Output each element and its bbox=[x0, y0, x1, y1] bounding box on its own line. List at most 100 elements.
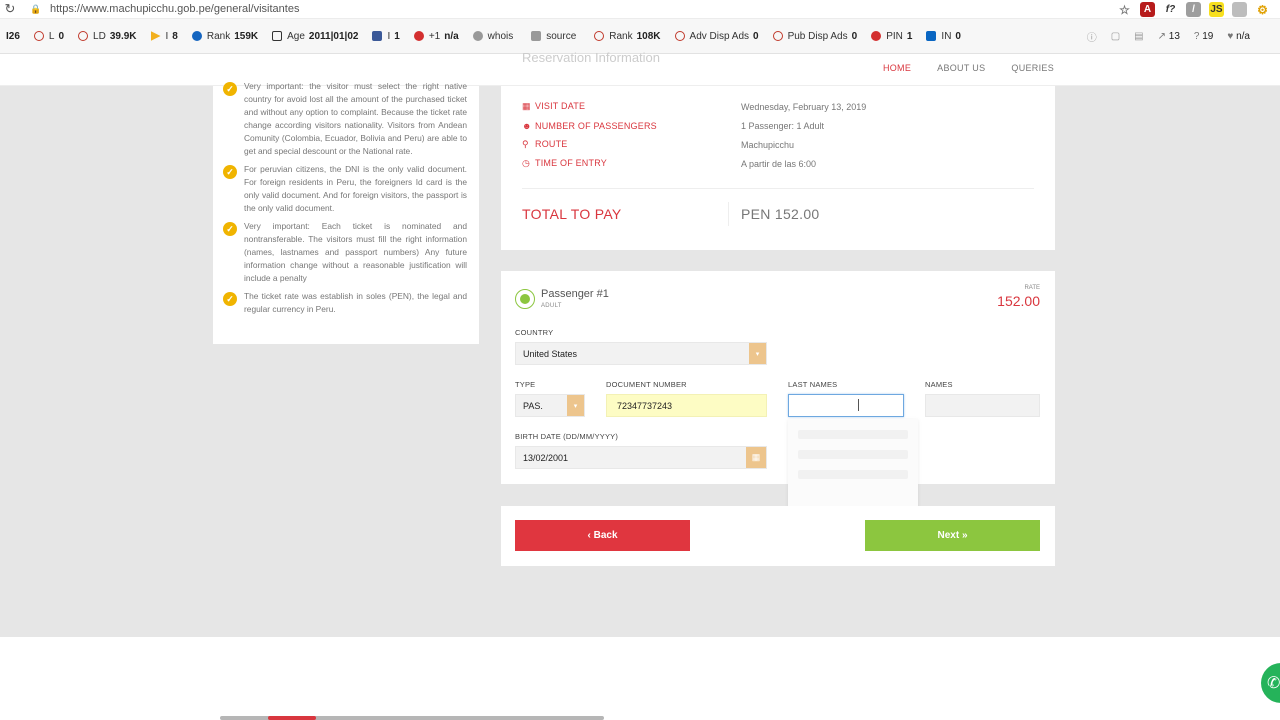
info-item: ✓ The ticket rate was establish in soles … bbox=[223, 290, 467, 316]
seo-item-pub-ads[interactable]: Pub Disp Ads 0 bbox=[772, 31, 857, 42]
country-select[interactable]: United States ▾ bbox=[515, 342, 767, 365]
autocomplete-option[interactable] bbox=[798, 470, 908, 479]
passenger-type: ADULT bbox=[541, 303, 562, 309]
linkedin-icon bbox=[926, 31, 937, 41]
divider bbox=[522, 188, 1034, 189]
clock-icon: ◷ bbox=[522, 158, 531, 168]
reservation-summary-card: ▦ VISIT DATE Wednesday, February 13, 2019… bbox=[501, 86, 1055, 250]
bing-icon bbox=[150, 31, 161, 41]
rate-value: 152.00 bbox=[997, 293, 1040, 309]
browser-address-bar: ↻ 🔒 https://www.machupicchu.gob.pe/gener… bbox=[0, 0, 1280, 19]
seo-item-index[interactable]: I26 bbox=[6, 31, 20, 42]
info-item: ✓ Very important: Each ticket is nominate… bbox=[223, 220, 467, 285]
birth-date-label: BIRTH DATE (DD/MM/YYYY) bbox=[515, 432, 619, 441]
star-icon[interactable]: ☆ bbox=[1117, 2, 1132, 17]
check-icon: ✓ bbox=[223, 292, 237, 306]
footer bbox=[0, 637, 1280, 720]
main-nav: HOME ABOUT US QUERIES bbox=[883, 63, 1054, 73]
js-extension-icon[interactable]: JS bbox=[1209, 2, 1224, 17]
gear-extension-icon[interactable]: ⚙ bbox=[1255, 2, 1270, 17]
seo-item-gplus[interactable]: +1 n/a bbox=[413, 31, 459, 42]
circle-icon bbox=[594, 31, 605, 41]
alexa-icon bbox=[191, 31, 202, 41]
question-icon: ? bbox=[1193, 31, 1203, 42]
google-plus-icon bbox=[413, 31, 424, 41]
names-label: NAMES bbox=[925, 380, 953, 389]
reservation-row-time: ◷ TIME OF ENTRY A partir de las 6:00 bbox=[522, 158, 817, 169]
seo-item-links[interactable]: L0 bbox=[33, 31, 64, 42]
reload-icon[interactable]: ↻ bbox=[0, 1, 20, 17]
seo-item-source[interactable]: source bbox=[531, 31, 580, 42]
names-input[interactable] bbox=[925, 394, 1040, 417]
total-to-pay-value: PEN 152.00 bbox=[741, 206, 820, 222]
shield-extension-icon[interactable] bbox=[1232, 2, 1247, 17]
total-to-pay-label: TOTAL TO PAY bbox=[522, 206, 622, 222]
check-icon: ✓ bbox=[223, 82, 237, 96]
seo-item-ld[interactable]: LD 39.9K bbox=[78, 31, 137, 42]
map-marker-icon: ⚲ bbox=[522, 139, 529, 149]
code-icon bbox=[531, 31, 542, 41]
lock-icon[interactable]: 🔒 bbox=[30, 4, 44, 15]
seo-item-adv-ads[interactable]: Adv Disp Ads 0 bbox=[674, 31, 759, 42]
document-number-input[interactable]: 72347737243 bbox=[606, 394, 767, 417]
seo-toolbar-right: ⓘ ▢ ▤ ↗ 13 ? 19 ♥ n/a bbox=[1087, 19, 1250, 54]
reservation-row-route: ⚲ ROUTE Machupicchu bbox=[522, 139, 795, 150]
pinterest-icon bbox=[871, 31, 882, 41]
seo-item-whois[interactable]: whois bbox=[472, 31, 518, 42]
autocomplete-option[interactable] bbox=[798, 450, 908, 459]
seo-item-rank2[interactable]: Rank 108K bbox=[594, 31, 661, 42]
footer-logo-accent bbox=[268, 716, 316, 720]
questions-count[interactable]: ? 19 bbox=[1194, 31, 1213, 42]
heart-icon: ♥ bbox=[1227, 31, 1237, 42]
heritage-seal-logo bbox=[858, 711, 898, 720]
nav-queries[interactable]: QUERIES bbox=[1011, 63, 1054, 73]
calendar-icon bbox=[272, 31, 283, 41]
info-item: ✓ Very important: the visitor must select… bbox=[223, 80, 467, 158]
autocomplete-dropdown[interactable] bbox=[788, 419, 918, 513]
doc-icon[interactable]: ▤ bbox=[1134, 31, 1143, 42]
passenger-title: Passenger #1 bbox=[541, 288, 609, 300]
seo-item-linkedin[interactable]: IN 0 bbox=[926, 31, 961, 42]
last-names-label: LAST NAMES bbox=[788, 380, 838, 389]
font-extension-icon[interactable]: f? bbox=[1163, 2, 1178, 17]
check-icon: ✓ bbox=[223, 222, 237, 236]
important-info-card: ✓ Very important: the visitor must select… bbox=[213, 81, 479, 344]
document-number-label: DOCUMENT NUMBER bbox=[606, 380, 687, 389]
last-names-input[interactable] bbox=[788, 394, 904, 417]
birth-date-input[interactable]: 13/02/2001 ▦ bbox=[515, 446, 767, 469]
back-button[interactable]: ‹ Back bbox=[515, 520, 690, 551]
passenger-card: Passenger #1 ADULT RATE 152.00 COUNTRY U… bbox=[501, 271, 1055, 513]
document-type-select[interactable]: PAS. ▾ bbox=[515, 394, 585, 417]
seo-item-rank[interactable]: Rank 159K bbox=[191, 31, 258, 42]
calendar-icon[interactable]: ▦ bbox=[746, 447, 766, 468]
seo-item-age[interactable]: Age 2011|01|02 bbox=[272, 31, 358, 42]
info-item: ✓ For peruvian citizens, the DNI is the o… bbox=[223, 163, 467, 215]
eyedropper-extension-icon[interactable]: / bbox=[1186, 2, 1201, 17]
autocomplete-option[interactable] bbox=[798, 430, 908, 439]
nav-about-us[interactable]: ABOUT US bbox=[937, 63, 985, 73]
external-link-icon: ↗ bbox=[1157, 31, 1169, 42]
next-button[interactable]: Next » bbox=[865, 520, 1040, 551]
seo-item-bing[interactable]: I8 bbox=[150, 31, 178, 42]
rate-label: RATE bbox=[1024, 285, 1040, 291]
url-text[interactable]: https://www.machupicchu.gob.pe/general/v… bbox=[50, 3, 299, 15]
circle-icon bbox=[33, 31, 44, 41]
page-icon[interactable]: ▢ bbox=[1111, 31, 1120, 42]
external-links-count[interactable]: ↗ 13 bbox=[1158, 31, 1180, 42]
reservation-row-passengers: ☻ NUMBER OF PASSENGERS 1 Passenger: 1 Adu… bbox=[522, 120, 825, 131]
users-icon: ☻ bbox=[522, 120, 532, 131]
reservation-row-visit-date: ▦ VISIT DATE Wednesday, February 13, 2019 bbox=[522, 101, 867, 112]
type-label: TYPE bbox=[515, 380, 536, 389]
chevron-down-icon[interactable]: ▾ bbox=[749, 343, 766, 364]
reservation-rows: ▦ VISIT DATE Wednesday, February 13, 2019… bbox=[522, 97, 1042, 173]
seo-item-pinterest[interactable]: PIN 1 bbox=[871, 31, 912, 42]
reservation-info-title: Reservation Information bbox=[522, 50, 661, 65]
nav-home[interactable]: HOME bbox=[883, 63, 911, 73]
heart-value[interactable]: ♥ n/a bbox=[1227, 31, 1250, 42]
info-icon[interactable]: ⓘ bbox=[1087, 29, 1097, 44]
country-label: COUNTRY bbox=[515, 328, 554, 337]
calendar-icon: ▦ bbox=[522, 101, 531, 111]
pdf-extension-icon[interactable]: A bbox=[1140, 2, 1155, 17]
seo-item-facebook[interactable]: I1 bbox=[372, 31, 400, 42]
chevron-down-icon[interactable]: ▾ bbox=[567, 395, 584, 416]
